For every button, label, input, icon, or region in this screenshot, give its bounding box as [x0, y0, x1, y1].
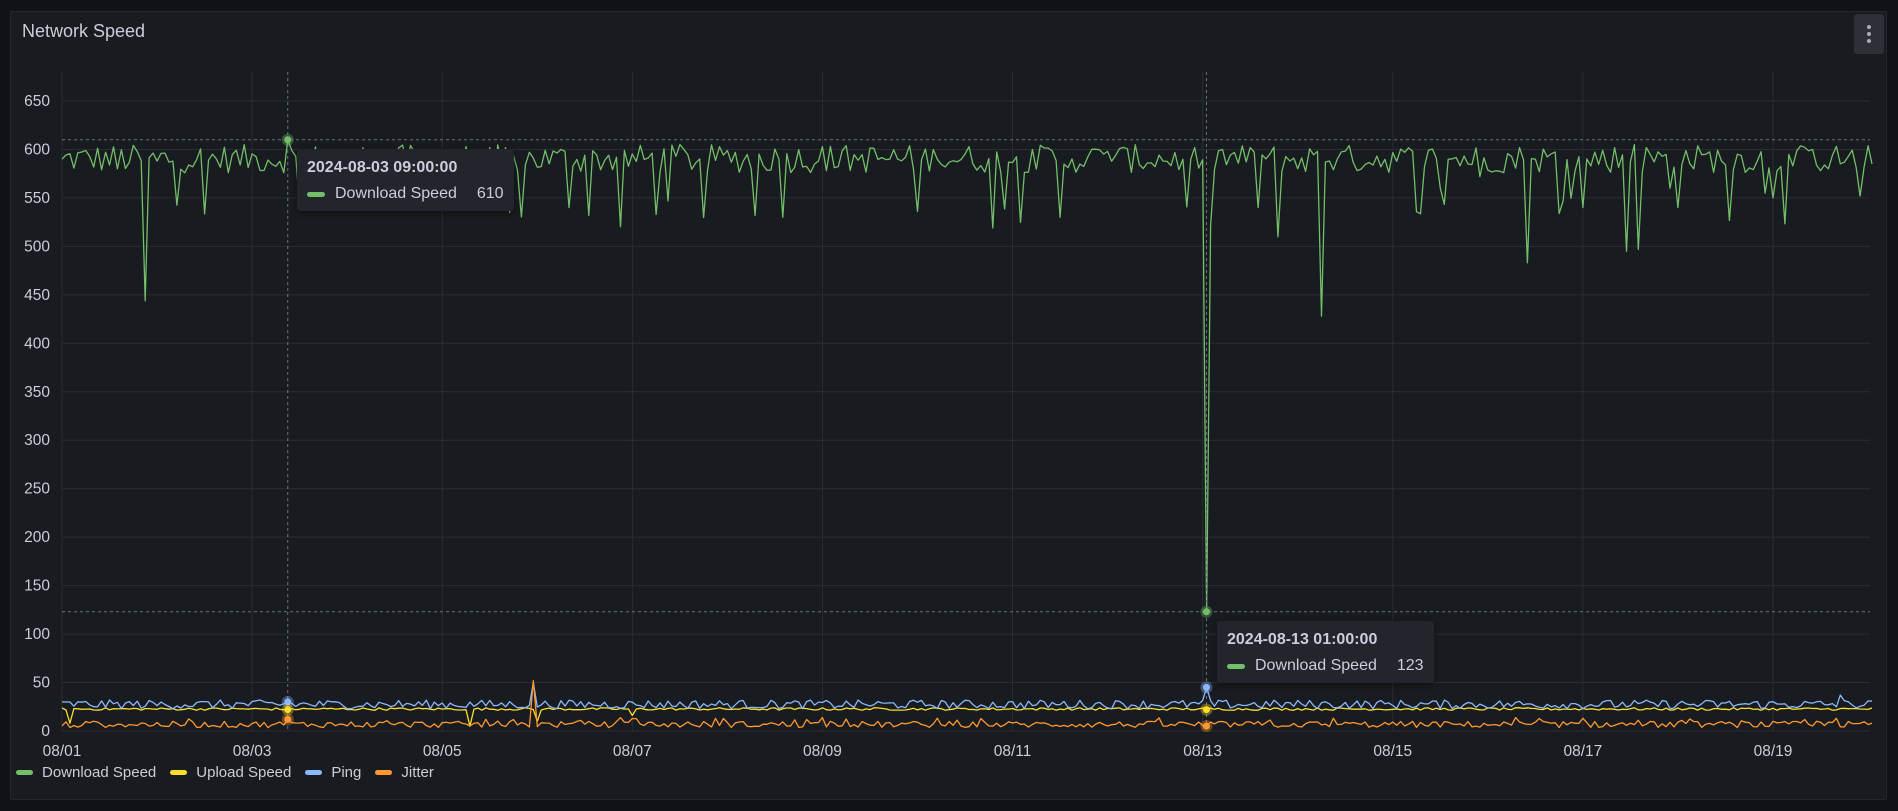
legend-swatch: [375, 770, 393, 775]
y-tick-label: 350: [24, 384, 50, 401]
legend-label: Ping: [331, 764, 362, 781]
legend-item-jitter[interactable]: Jitter: [375, 764, 434, 781]
y-tick-label: 300: [24, 432, 50, 449]
tooltip-series-name: Download Speed: [1255, 657, 1377, 674]
y-tick-label: 250: [24, 481, 50, 498]
x-tick-label: 08/03: [233, 743, 272, 760]
legend-swatch: [16, 770, 33, 775]
tooltip-time: 2024-08-13 01:00:00: [1227, 631, 1378, 648]
hover-marker-upload: [284, 706, 292, 714]
x-tick-label: 08/13: [1183, 743, 1222, 760]
hover-marker-upload: [1202, 706, 1210, 714]
y-tick-label: 450: [24, 287, 50, 304]
hover-marker-download: [284, 136, 292, 144]
y-tick-label: 600: [24, 141, 50, 158]
legend-swatch: [170, 770, 188, 775]
y-tick-label: 500: [24, 238, 50, 255]
y-tick-label: 100: [24, 626, 50, 643]
legend-item-upload-speed[interactable]: Upload Speed: [170, 764, 291, 781]
x-tick-label: 08/09: [803, 743, 842, 760]
x-tick-label: 08/07: [613, 743, 652, 760]
x-tick-label: 08/01: [43, 743, 82, 760]
legend-label: Jitter: [401, 764, 434, 781]
x-tick-label: 08/15: [1373, 743, 1412, 760]
legend-label: Download Speed: [42, 764, 157, 781]
y-tick-label: 650: [24, 93, 50, 110]
tooltip-1: 2024-08-03 09:00:00 Download Speed 610: [297, 149, 514, 211]
series-color-swatch: [307, 191, 325, 197]
x-tick-label: 08/05: [423, 743, 462, 760]
y-tick-label: 550: [24, 190, 50, 207]
tooltip-time: 2024-08-03 09:00:00: [307, 159, 458, 176]
x-tick-label: 08/11: [994, 743, 1032, 760]
legend: Download Speed Upload Speed Ping Jitter: [16, 764, 434, 781]
series-color-swatch: [1227, 663, 1245, 669]
y-tick-label: 50: [33, 675, 51, 692]
x-tick-label: 08/17: [1563, 743, 1602, 760]
series-line-upload-speed: [61, 707, 1873, 727]
y-tick-label: 400: [24, 335, 50, 352]
tooltip-2: 2024-08-13 01:00:00 Download Speed 123: [1217, 621, 1434, 683]
y-axis: 0 50 100 150 200 250 300 350 400 450 500 550 600 650: [24, 93, 50, 740]
x-axis: 08/01 08/03 08/05 08/07 08/09 08/11 08/13 08/15…: [43, 743, 1793, 760]
legend-item-download-speed[interactable]: Download Speed: [16, 764, 156, 781]
tooltip-value: 610: [476, 185, 504, 202]
hover-marker-download: [1202, 608, 1210, 616]
y-tick-label: 150: [24, 578, 50, 595]
timeseries-chart[interactable]: 050100150200250300350400450500550600650 …: [0, 0, 1898, 811]
x-tick-label: 08/19: [1754, 743, 1793, 760]
y-tick-label: 200: [24, 529, 50, 546]
legend-item-ping[interactable]: Ping: [305, 764, 361, 781]
hover-marker-jitter: [1202, 722, 1210, 730]
legend-swatch: [305, 770, 323, 775]
hover-marker-ping: [1202, 683, 1210, 691]
series-lines: [61, 139, 1873, 729]
tooltip-value: 123: [1396, 657, 1424, 674]
hover-markers: [281, 133, 1213, 733]
legend-label: Upload Speed: [196, 764, 292, 781]
y-tick-label: 0: [41, 723, 50, 740]
series-line-ping: [61, 681, 1873, 710]
hover-marker-jitter: [284, 715, 292, 723]
tooltip-series-name: Download Speed: [335, 185, 457, 202]
